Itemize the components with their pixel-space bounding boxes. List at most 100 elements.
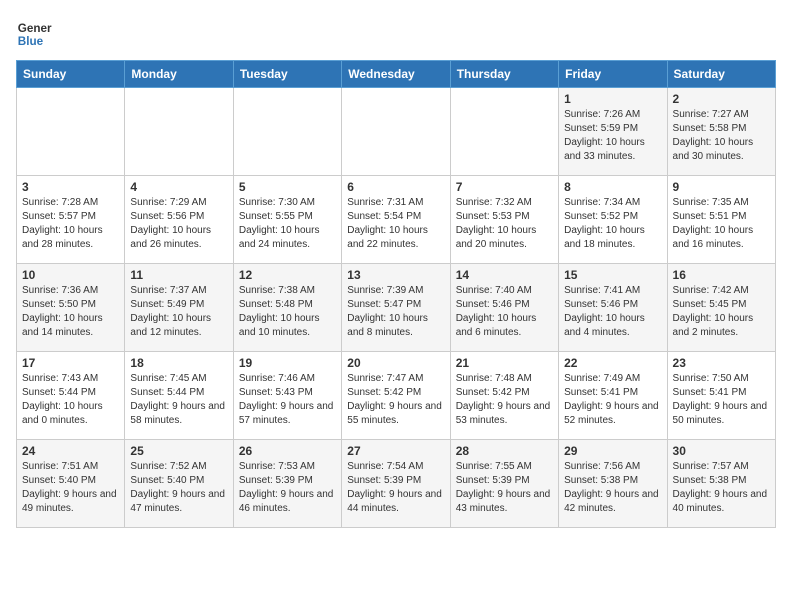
calendar-cell: 18 Sunrise: 7:45 AM Sunset: 5:44 PM Dayli… [125,352,233,440]
header-row: SundayMondayTuesdayWednesdayThursdayFrid… [17,61,776,88]
calendar-week-2: 3 Sunrise: 7:28 AM Sunset: 5:57 PM Daylig… [17,176,776,264]
calendar-table: SundayMondayTuesdayWednesdayThursdayFrid… [16,60,776,528]
calendar-cell: 14 Sunrise: 7:40 AM Sunset: 5:46 PM Dayli… [450,264,558,352]
day-number: 25 [130,444,227,458]
day-info: Sunrise: 7:39 AM Sunset: 5:47 PM Dayligh… [347,284,444,340]
day-number: 7 [456,180,553,194]
day-number: 20 [347,356,444,370]
day-info: Sunrise: 7:28 AM Sunset: 5:57 PM Dayligh… [22,196,119,252]
calendar-cell: 27Sunrise: 7:54 AM Sunset: 5:39 PM Dayli… [342,440,450,528]
day-number: 30 [673,444,770,458]
calendar-cell: 7 Sunrise: 7:32 AM Sunset: 5:53 PM Daylig… [450,176,558,264]
day-info: Sunrise: 7:51 AM Sunset: 5:40 PM Dayligh… [22,460,119,516]
calendar-cell [125,88,233,176]
calendar-cell: 17 Sunrise: 7:43 AM Sunset: 5:44 PM Dayli… [17,352,125,440]
day-header-saturday: Saturday [667,61,775,88]
day-number: 27 [347,444,444,458]
day-number: 21 [456,356,553,370]
day-info: Sunrise: 7:34 AM Sunset: 5:52 PM Dayligh… [564,196,661,252]
day-number: 2 [673,92,770,106]
day-header-tuesday: Tuesday [233,61,341,88]
day-info: Sunrise: 7:32 AM Sunset: 5:53 PM Dayligh… [456,196,553,252]
calendar-cell: 28 Sunrise: 7:55 AM Sunset: 5:39 PM Dayli… [450,440,558,528]
calendar-cell: 12 Sunrise: 7:38 AM Sunset: 5:48 PM Dayli… [233,264,341,352]
day-number: 19 [239,356,336,370]
calendar-cell: 26Sunrise: 7:53 AM Sunset: 5:39 PM Dayli… [233,440,341,528]
day-info: Sunrise: 7:40 AM Sunset: 5:46 PM Dayligh… [456,284,553,340]
day-header-sunday: Sunday [17,61,125,88]
day-number: 5 [239,180,336,194]
calendar-cell: 25Sunrise: 7:52 AM Sunset: 5:40 PM Dayli… [125,440,233,528]
calendar-week-1: 1 Sunrise: 7:26 AM Sunset: 5:59 PM Daylig… [17,88,776,176]
day-header-thursday: Thursday [450,61,558,88]
day-number: 9 [673,180,770,194]
day-number: 18 [130,356,227,370]
calendar-cell: 21Sunrise: 7:48 AM Sunset: 5:42 PM Dayli… [450,352,558,440]
calendar-cell: 6 Sunrise: 7:31 AM Sunset: 5:54 PM Daylig… [342,176,450,264]
calendar-cell: 3 Sunrise: 7:28 AM Sunset: 5:57 PM Daylig… [17,176,125,264]
day-info: Sunrise: 7:37 AM Sunset: 5:49 PM Dayligh… [130,284,227,340]
day-header-monday: Monday [125,61,233,88]
day-info: Sunrise: 7:26 AM Sunset: 5:59 PM Dayligh… [564,108,661,164]
calendar-cell [233,88,341,176]
day-info: Sunrise: 7:50 AM Sunset: 5:41 PM Dayligh… [673,372,770,428]
calendar-cell: 5 Sunrise: 7:30 AM Sunset: 5:55 PM Daylig… [233,176,341,264]
day-number: 4 [130,180,227,194]
day-info: Sunrise: 7:49 AM Sunset: 5:41 PM Dayligh… [564,372,661,428]
calendar-cell: 19 Sunrise: 7:46 AM Sunset: 5:43 PM Dayli… [233,352,341,440]
page-header: General Blue [16,16,776,52]
calendar-week-3: 10 Sunrise: 7:36 AM Sunset: 5:50 PM Dayli… [17,264,776,352]
calendar-cell: 10 Sunrise: 7:36 AM Sunset: 5:50 PM Dayli… [17,264,125,352]
day-info: Sunrise: 7:36 AM Sunset: 5:50 PM Dayligh… [22,284,119,340]
day-info: Sunrise: 7:41 AM Sunset: 5:46 PM Dayligh… [564,284,661,340]
day-number: 11 [130,268,227,282]
day-info: Sunrise: 7:35 AM Sunset: 5:51 PM Dayligh… [673,196,770,252]
calendar-cell: 2 Sunrise: 7:27 AM Sunset: 5:58 PM Daylig… [667,88,775,176]
calendar-cell: 24Sunrise: 7:51 AM Sunset: 5:40 PM Dayli… [17,440,125,528]
day-info: Sunrise: 7:27 AM Sunset: 5:58 PM Dayligh… [673,108,770,164]
svg-text:General: General [18,22,52,35]
day-number: 23 [673,356,770,370]
day-number: 13 [347,268,444,282]
day-number: 14 [456,268,553,282]
day-info: Sunrise: 7:45 AM Sunset: 5:44 PM Dayligh… [130,372,227,428]
day-info: Sunrise: 7:29 AM Sunset: 5:56 PM Dayligh… [130,196,227,252]
calendar-cell: 30 Sunrise: 7:57 AM Sunset: 5:38 PM Dayli… [667,440,775,528]
day-info: Sunrise: 7:43 AM Sunset: 5:44 PM Dayligh… [22,372,119,428]
day-header-friday: Friday [559,61,667,88]
day-number: 1 [564,92,661,106]
calendar-week-5: 24Sunrise: 7:51 AM Sunset: 5:40 PM Dayli… [17,440,776,528]
svg-text:Blue: Blue [18,35,44,48]
day-number: 6 [347,180,444,194]
day-info: Sunrise: 7:31 AM Sunset: 5:54 PM Dayligh… [347,196,444,252]
day-number: 28 [456,444,553,458]
calendar-cell: 16 Sunrise: 7:42 AM Sunset: 5:45 PM Dayli… [667,264,775,352]
day-number: 17 [22,356,119,370]
day-number: 26 [239,444,336,458]
calendar-cell: 9 Sunrise: 7:35 AM Sunset: 5:51 PM Daylig… [667,176,775,264]
calendar-cell: 23 Sunrise: 7:50 AM Sunset: 5:41 PM Dayli… [667,352,775,440]
calendar-cell: 13 Sunrise: 7:39 AM Sunset: 5:47 PM Dayli… [342,264,450,352]
calendar-cell [17,88,125,176]
day-info: Sunrise: 7:30 AM Sunset: 5:55 PM Dayligh… [239,196,336,252]
day-number: 3 [22,180,119,194]
day-number: 22 [564,356,661,370]
day-number: 10 [22,268,119,282]
calendar-cell: 20 Sunrise: 7:47 AM Sunset: 5:42 PM Dayli… [342,352,450,440]
logo: General Blue [16,16,56,52]
calendar-cell: 11 Sunrise: 7:37 AM Sunset: 5:49 PM Dayli… [125,264,233,352]
day-number: 29 [564,444,661,458]
day-info: Sunrise: 7:57 AM Sunset: 5:38 PM Dayligh… [673,460,770,516]
day-number: 8 [564,180,661,194]
day-number: 12 [239,268,336,282]
calendar-cell: 1 Sunrise: 7:26 AM Sunset: 5:59 PM Daylig… [559,88,667,176]
day-number: 16 [673,268,770,282]
day-info: Sunrise: 7:46 AM Sunset: 5:43 PM Dayligh… [239,372,336,428]
day-info: Sunrise: 7:55 AM Sunset: 5:39 PM Dayligh… [456,460,553,516]
day-info: Sunrise: 7:38 AM Sunset: 5:48 PM Dayligh… [239,284,336,340]
calendar-cell: 8 Sunrise: 7:34 AM Sunset: 5:52 PM Daylig… [559,176,667,264]
day-info: Sunrise: 7:42 AM Sunset: 5:45 PM Dayligh… [673,284,770,340]
day-header-wednesday: Wednesday [342,61,450,88]
day-info: Sunrise: 7:47 AM Sunset: 5:42 PM Dayligh… [347,372,444,428]
calendar-cell: 29Sunrise: 7:56 AM Sunset: 5:38 PM Dayli… [559,440,667,528]
